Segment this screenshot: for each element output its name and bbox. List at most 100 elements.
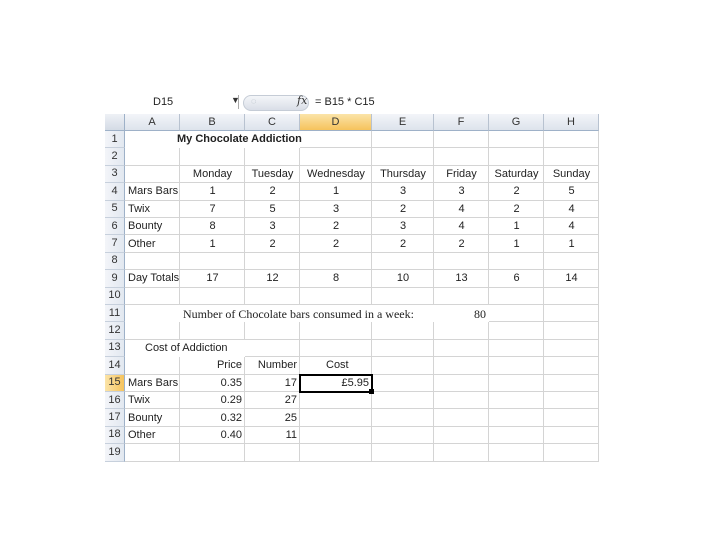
cell[interactable] [544, 357, 599, 375]
cell[interactable] [180, 287, 245, 305]
row-header-4[interactable]: 4 [105, 183, 125, 201]
cost-item-label[interactable]: Other [125, 427, 180, 444]
day-header-monday[interactable]: Monday [180, 166, 245, 183]
cell[interactable] [300, 339, 372, 358]
cell[interactable] [489, 392, 544, 410]
row-header-19[interactable]: 19 [105, 444, 125, 462]
cell[interactable] [372, 148, 434, 166]
cell[interactable] [300, 287, 372, 305]
cell[interactable] [125, 287, 180, 305]
cell[interactable] [489, 252, 544, 271]
cell[interactable] [300, 252, 372, 271]
day-header-tuesday[interactable]: Tuesday [245, 166, 300, 183]
column-header-a[interactable]: A [125, 114, 180, 131]
item-value[interactable]: 3 [372, 183, 434, 200]
cell[interactable] [434, 392, 489, 410]
cost-item-label[interactable]: Mars Bars [125, 375, 180, 392]
select-all-corner[interactable] [105, 114, 125, 131]
cell[interactable] [544, 287, 599, 305]
cell[interactable] [180, 252, 245, 271]
cell[interactable] [489, 444, 544, 462]
cell[interactable] [245, 148, 300, 166]
item-value[interactable]: 3 [372, 218, 434, 235]
cell[interactable] [434, 252, 489, 271]
row-header-14[interactable]: 14 [105, 357, 125, 375]
cell[interactable] [372, 322, 434, 340]
cell[interactable] [489, 148, 544, 166]
cell[interactable] [125, 322, 180, 340]
cell[interactable] [372, 339, 434, 358]
cell[interactable] [489, 374, 544, 392]
item-value[interactable]: 8 [180, 218, 245, 235]
day-header-thursday[interactable]: Thursday [372, 166, 434, 183]
item-value[interactable]: 2 [300, 218, 372, 235]
cell[interactable] [180, 444, 245, 462]
row-header-9[interactable]: 9 [105, 270, 125, 288]
item-value[interactable]: 2 [489, 201, 544, 218]
row-header-1[interactable]: 1 [105, 131, 125, 149]
item-value[interactable]: 4 [434, 218, 489, 235]
item-label[interactable]: Mars Bars [125, 183, 180, 200]
cell[interactable] [489, 409, 544, 427]
row-header-15[interactable]: 15 [105, 374, 125, 392]
insert-function-icon[interactable]: fx [297, 94, 307, 107]
sheet-title[interactable]: My Chocolate Addiction [125, 131, 302, 149]
cell[interactable] [300, 392, 372, 410]
number-value[interactable]: 25 [245, 409, 300, 426]
item-value[interactable]: 5 [544, 183, 599, 200]
item-value[interactable]: 2 [434, 235, 489, 252]
cell[interactable] [372, 357, 434, 375]
day-total-value[interactable]: 13 [434, 270, 489, 287]
item-label[interactable]: Twix [125, 201, 180, 218]
cost-item-label[interactable]: Twix [125, 392, 180, 409]
item-value[interactable]: 5 [245, 201, 300, 218]
cost-section-title[interactable]: Cost of Addiction [125, 339, 245, 358]
day-total-value[interactable]: 14 [544, 270, 599, 287]
cell[interactable] [544, 131, 599, 149]
cell[interactable] [125, 252, 180, 271]
cell[interactable] [125, 148, 180, 166]
cell[interactable] [544, 409, 599, 427]
price-value[interactable]: 0.40 [180, 427, 245, 444]
cell[interactable] [372, 426, 434, 445]
row-header-17[interactable]: 17 [105, 409, 125, 427]
cost-header[interactable]: Cost [300, 357, 372, 374]
column-header-b[interactable]: B [180, 114, 245, 131]
item-value[interactable]: 1 [489, 235, 544, 252]
cell[interactable] [544, 305, 599, 323]
day-header-friday[interactable]: Friday [434, 166, 489, 183]
formula-input[interactable]: = B15 * C15 [315, 92, 615, 112]
cell[interactable] [434, 409, 489, 427]
cancel-entry-icon[interactable]: ◌ [251, 96, 256, 106]
cell[interactable] [434, 131, 489, 149]
cell[interactable] [434, 357, 489, 375]
item-label[interactable]: Bounty [125, 218, 180, 235]
cell[interactable] [544, 252, 599, 271]
cell[interactable] [372, 444, 434, 462]
cell[interactable] [434, 322, 489, 340]
cell[interactable] [489, 426, 544, 445]
cell[interactable] [372, 409, 434, 427]
cell[interactable] [300, 322, 372, 340]
cell[interactable] [544, 339, 599, 358]
price-value[interactable]: 0.32 [180, 409, 245, 426]
week-total-value[interactable]: 80 [434, 305, 489, 323]
cell[interactable] [434, 339, 489, 358]
name-box[interactable]: D15 [105, 92, 227, 112]
cell[interactable] [489, 305, 544, 323]
item-value[interactable]: 1 [180, 183, 245, 200]
cell[interactable] [372, 374, 434, 392]
item-value[interactable]: 3 [434, 183, 489, 200]
cell[interactable] [489, 339, 544, 358]
cell[interactable] [300, 131, 372, 149]
cell[interactable] [489, 357, 544, 375]
item-value[interactable]: 2 [372, 201, 434, 218]
item-value[interactable]: 7 [180, 201, 245, 218]
price-header[interactable]: Price [180, 357, 245, 374]
cell[interactable] [544, 322, 599, 340]
column-header-e[interactable]: E [372, 114, 434, 131]
item-label[interactable]: Other [125, 235, 180, 252]
cell[interactable] [489, 131, 544, 149]
cell[interactable] [245, 287, 300, 305]
cell[interactable] [180, 148, 245, 166]
